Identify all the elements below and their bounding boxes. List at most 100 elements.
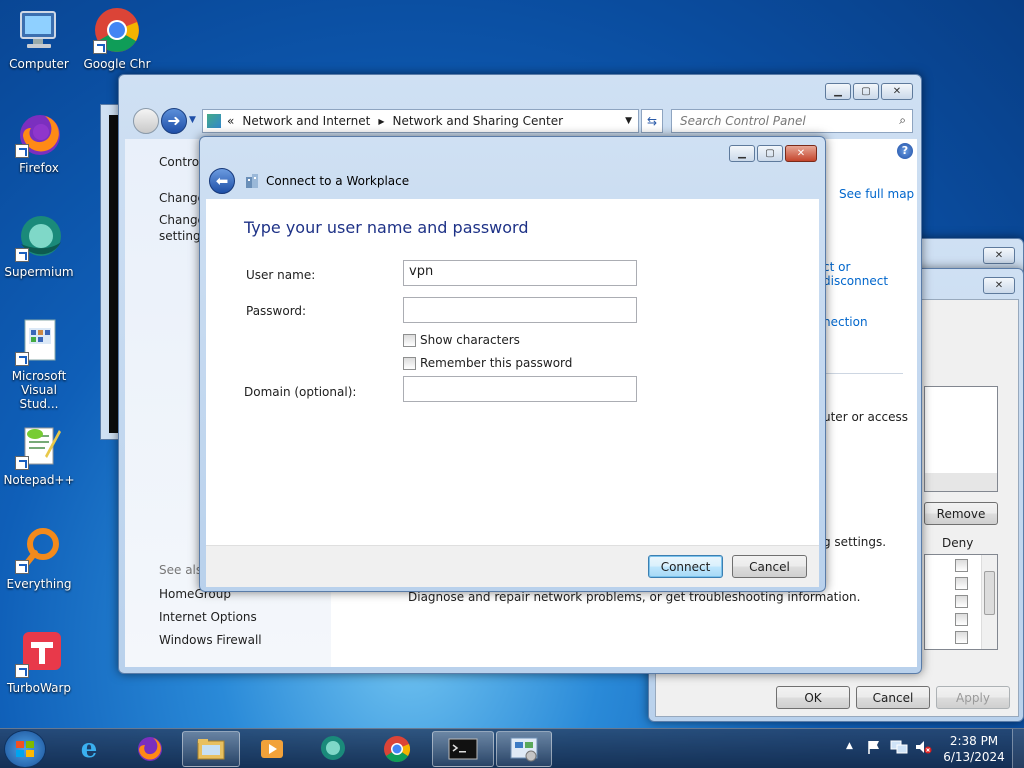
- show-hidden-icons-button[interactable]: ▲: [846, 741, 853, 751]
- permissions-list[interactable]: [924, 554, 998, 650]
- link-internet-options[interactable]: Internet Options: [159, 610, 257, 624]
- connection-link[interactable]: nection: [823, 315, 868, 329]
- close-button[interactable]: ✕: [881, 83, 913, 100]
- action-center-flag-icon[interactable]: [866, 739, 882, 758]
- connect-disconnect-link[interactable]: ct or disconnect: [823, 260, 917, 288]
- group-list-box[interactable]: [924, 386, 998, 492]
- desktop-icon-label: Notepad++: [3, 473, 75, 487]
- folder-icon: [197, 739, 225, 760]
- show-characters-checkbox[interactable]: [403, 333, 416, 347]
- desktop-icon-visual-studio[interactable]: Microsoft Visual Stud...: [0, 318, 78, 411]
- shortcut-arrow-icon: [93, 40, 107, 54]
- start-button[interactable]: [4, 730, 46, 768]
- apply-button[interactable]: Apply: [936, 686, 1010, 709]
- page-heading: Type your user name and password: [244, 218, 529, 237]
- volume-muted-icon[interactable]: [914, 739, 932, 758]
- everything-icon: [15, 526, 63, 574]
- network-icon[interactable]: [890, 739, 908, 758]
- minimize-button[interactable]: ▁: [729, 145, 755, 162]
- chrome-icon: [384, 736, 411, 763]
- desktop-icon-firefox[interactable]: Firefox: [0, 110, 78, 175]
- desktop-icon-label: TurboWarp: [6, 681, 71, 695]
- close-button[interactable]: ✕: [785, 145, 817, 162]
- breadcrumb-separator-icon[interactable]: ▶: [378, 117, 384, 126]
- desktop-icon-turbowarp[interactable]: TurboWarp: [0, 630, 78, 695]
- ok-button[interactable]: OK: [776, 686, 850, 709]
- password-input[interactable]: [403, 297, 637, 323]
- search-input[interactable]: Search Control Panel: [680, 114, 806, 128]
- domain-input[interactable]: [403, 376, 637, 402]
- desktop-icon-label: Firefox: [19, 161, 59, 175]
- clock-time: 2:38 PM: [949, 734, 999, 748]
- address-bar[interactable]: « Network and Internet ▶ Network and Sha…: [202, 109, 639, 133]
- address-overflow-chevron[interactable]: «: [227, 114, 234, 128]
- show-desktop-button[interactable]: [1012, 729, 1024, 768]
- taskbar-chrome[interactable]: [368, 731, 426, 767]
- close-button[interactable]: ✕: [983, 277, 1015, 294]
- dialog-title: Connect to a Workplace: [266, 174, 410, 188]
- maximize-button[interactable]: ▢: [757, 145, 783, 162]
- workplace-icon: [244, 173, 260, 189]
- see-full-map-link[interactable]: See full map: [839, 187, 914, 201]
- forward-button[interactable]: ➜: [161, 108, 187, 134]
- desktop-icon-google-chrome[interactable]: Google Chr: [78, 6, 156, 71]
- settings-text: g settings.: [823, 535, 887, 549]
- taskbar-media-player[interactable]: [243, 731, 301, 767]
- search-box[interactable]: Search Control Panel ⌕: [671, 109, 913, 133]
- remember-password-option[interactable]: Remember this password: [403, 356, 572, 370]
- close-button[interactable]: ✕: [983, 247, 1015, 264]
- remember-password-label[interactable]: Remember this password: [420, 356, 572, 370]
- shortcut-arrow-icon: [15, 144, 29, 158]
- cancel-button[interactable]: Cancel: [856, 686, 930, 709]
- firefox-icon: [138, 737, 162, 761]
- taskbar-command-prompt[interactable]: [432, 731, 494, 767]
- connect-button[interactable]: Connect: [648, 555, 723, 578]
- desktop-icon-supermium[interactable]: Supermium: [0, 214, 78, 279]
- taskbar-control-panel[interactable]: [496, 731, 552, 767]
- deny-checkbox[interactable]: [955, 559, 968, 572]
- remember-password-checkbox[interactable]: [403, 356, 416, 370]
- maximize-button[interactable]: ▢: [853, 83, 879, 100]
- deny-checkbox[interactable]: [955, 613, 968, 626]
- desktop-icon-computer[interactable]: Computer: [0, 6, 78, 71]
- visual-studio-icon: [15, 318, 63, 366]
- internet-explorer-icon: e: [80, 734, 98, 764]
- permissions-scrollbar[interactable]: [981, 555, 997, 649]
- address-dropdown-icon[interactable]: ▼: [625, 116, 632, 126]
- taskbar-firefox[interactable]: [121, 731, 179, 767]
- breadcrumb-network-sharing-center[interactable]: Network and Sharing Center: [392, 114, 563, 128]
- desktop-icon-everything[interactable]: Everything: [0, 526, 78, 591]
- deny-checkbox[interactable]: [955, 595, 968, 608]
- wizard-back-button[interactable]: ⬅: [209, 168, 235, 194]
- close-icon: ✕: [994, 280, 1004, 291]
- show-characters-option[interactable]: Show characters: [403, 333, 520, 347]
- back-button[interactable]: [133, 108, 159, 134]
- close-icon: ✕: [994, 250, 1004, 261]
- turbowarp-icon: [15, 630, 63, 678]
- deny-checkbox[interactable]: [955, 577, 968, 590]
- domain-label: Domain (optional):: [244, 385, 357, 399]
- taskbar-internet-explorer[interactable]: e: [60, 731, 118, 767]
- recent-pages-dropdown[interactable]: ▼: [189, 115, 196, 125]
- notepad-plus-plus-icon: [15, 422, 63, 470]
- deny-checkbox[interactable]: [955, 631, 968, 644]
- minimize-button[interactable]: ▁: [825, 83, 851, 100]
- desktop-icon-label: Computer: [9, 57, 69, 71]
- cancel-button[interactable]: Cancel: [732, 555, 807, 578]
- dialog-content: Type your user name and password User na…: [206, 199, 819, 587]
- remove-button[interactable]: Remove: [924, 502, 998, 525]
- vpn-credentials-dialog[interactable]: ▁ ▢ ✕ ⬅ Connect to a Workplace Type your…: [199, 136, 826, 592]
- link-windows-firewall[interactable]: Windows Firewall: [159, 633, 262, 647]
- shortcut-arrow-icon: [15, 560, 29, 574]
- help-icon[interactable]: ?: [897, 143, 913, 159]
- taskbar-supermium[interactable]: [304, 731, 362, 767]
- nav-control-panel-home[interactable]: Control: [159, 155, 202, 169]
- refresh-button[interactable]: ⇆: [641, 109, 663, 133]
- windows-logo-icon: [16, 741, 34, 757]
- clock[interactable]: 2:38 PM 6/13/2024: [942, 733, 1006, 765]
- desktop-icon-notepad-plus-plus[interactable]: Notepad++: [0, 422, 78, 487]
- taskbar-windows-explorer[interactable]: [182, 731, 240, 767]
- show-characters-label[interactable]: Show characters: [420, 333, 520, 347]
- username-input[interactable]: vpn: [403, 260, 637, 286]
- breadcrumb-network-internet[interactable]: Network and Internet: [242, 114, 370, 128]
